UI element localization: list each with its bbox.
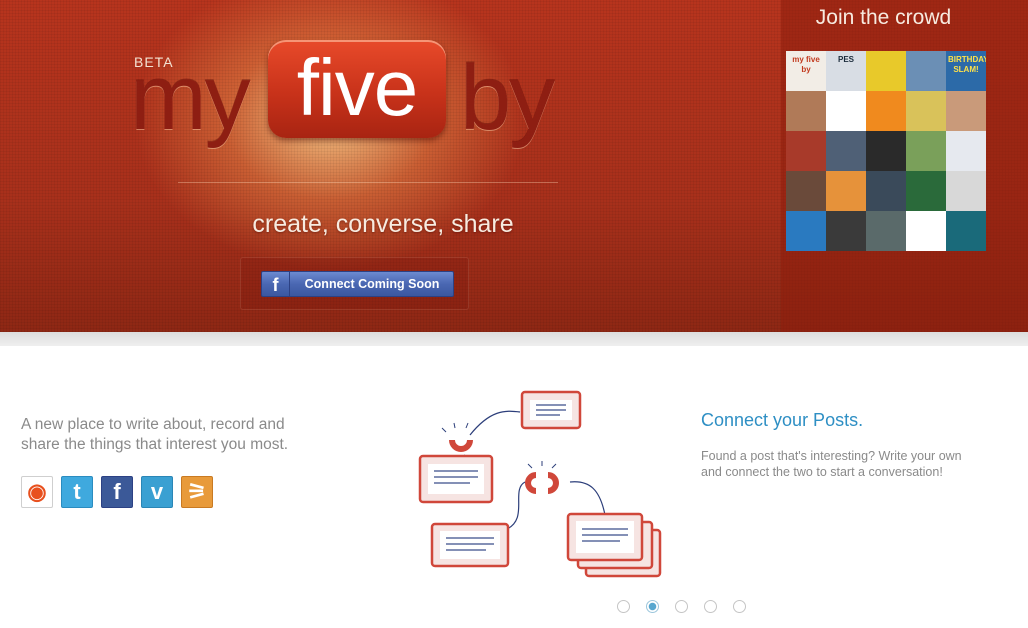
crowd-avatar-label: PES <box>837 55 854 64</box>
crowd-avatar-label: BIRTHDAY SLAM! <box>948 55 986 74</box>
vimeo-icon[interactable]: v <box>141 476 173 508</box>
facebook-connect-button[interactable]: f Connect Coming Soon <box>261 271 454 297</box>
crowd-avatar[interactable] <box>826 131 866 171</box>
crowd-avatar[interactable] <box>866 91 906 131</box>
carousel-pager <box>617 600 757 614</box>
crowd-avatar[interactable] <box>866 51 906 91</box>
avatar-grid: my five by PES BIRTHDAY SLAM! <box>786 51 986 251</box>
crowd-avatar[interactable] <box>786 131 826 171</box>
pager-dot[interactable] <box>704 600 717 613</box>
crowd-avatar[interactable] <box>946 211 986 251</box>
tagline: create, converse, share <box>252 210 514 238</box>
feature-description: Found a post that's interesting? Write y… <box>701 449 962 479</box>
crowd-avatar[interactable] <box>906 91 946 131</box>
crowd-avatar[interactable] <box>906 131 946 171</box>
crowd-avatar[interactable] <box>866 131 906 171</box>
illustration-svg <box>418 390 662 578</box>
crowd-avatar[interactable] <box>906 171 946 211</box>
crowd-avatar[interactable] <box>946 91 986 131</box>
facebook-connect-label: Connect Coming Soon <box>304 277 440 291</box>
facebook-icon[interactable]: f <box>101 476 133 508</box>
crowd-avatar[interactable] <box>786 171 826 211</box>
crowd-avatar[interactable] <box>866 211 906 251</box>
crowd-avatar[interactable]: my five by <box>786 51 826 91</box>
hero-divider <box>178 182 558 183</box>
crowd-avatar[interactable]: PES <box>826 51 866 91</box>
pager-dot[interactable] <box>617 600 630 613</box>
twitter-icon[interactable]: t <box>61 476 93 508</box>
logo-word-five: five <box>296 43 419 132</box>
crowd-avatar[interactable] <box>946 171 986 211</box>
myfiveby-icon[interactable]: ◉ <box>21 476 53 508</box>
social-links: ◉ t f v ⚞ <box>21 476 221 510</box>
hero-banner: BETA my five by create, converse, share … <box>0 0 1028 332</box>
logo-five-badge: five <box>268 40 446 138</box>
logo-word-by: by <box>460 47 555 149</box>
crowd-avatar[interactable] <box>786 91 826 131</box>
crowd-avatar[interactable] <box>906 51 946 91</box>
crowd-avatar[interactable] <box>786 211 826 251</box>
rss-icon[interactable]: ⚞ <box>181 476 213 508</box>
section-divider <box>0 332 1028 346</box>
crowd-avatar[interactable] <box>866 171 906 211</box>
feature-title: Connect your Posts. <box>701 410 864 430</box>
facebook-icon: f <box>262 272 290 296</box>
crowd-avatar[interactable] <box>826 171 866 211</box>
crowd-avatar[interactable] <box>906 211 946 251</box>
intro-text: A new place to write about, record and s… <box>21 416 289 453</box>
crowd-avatar[interactable] <box>826 91 866 131</box>
logo-word-my: my <box>130 47 251 149</box>
pager-dot[interactable] <box>675 600 688 613</box>
pager-dot[interactable] <box>646 600 659 613</box>
crowd-avatar-label: my five by <box>792 55 820 74</box>
brand-logo[interactable]: BETA my five by <box>128 30 568 150</box>
crowd-avatar[interactable] <box>946 131 986 171</box>
connect-posts-illustration <box>410 380 690 590</box>
connect-panel: f Connect Coming Soon <box>240 257 469 310</box>
crowd-avatar[interactable] <box>826 211 866 251</box>
crowd-avatar[interactable]: BIRTHDAY SLAM! <box>946 51 986 91</box>
pager-dot[interactable] <box>733 600 746 613</box>
crowd-title: Join the crowd <box>815 6 952 29</box>
join-crowd-panel: Join the crowd my five by PES BIRTHDAY SLA… <box>781 0 1028 332</box>
